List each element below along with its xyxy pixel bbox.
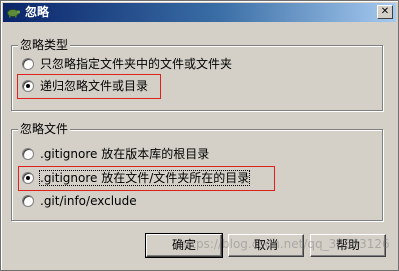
radio-button[interactable] <box>22 58 34 70</box>
radio-label: .gitignore 放在文件/文件夹所在的目录 <box>38 170 251 186</box>
radio-label: 只忽略指定文件夹中的文件或文件夹 <box>40 57 233 71</box>
ignore-type-legend: 忽略类型 <box>18 38 71 52</box>
radio-gitignore-root[interactable]: .gitignore 放在版本库的根目录 <box>22 146 209 162</box>
ok-button[interactable]: 确定 <box>145 233 223 258</box>
radio-ignore-specific-folder[interactable]: 只忽略指定文件夹中的文件或文件夹 <box>22 56 232 72</box>
ignore-file-legend: 忽略文件 <box>18 122 71 136</box>
ignore-file-group: 忽略文件 .gitignore 放在版本库的根目录 .gitignore 放在文… <box>11 122 383 221</box>
radio-button-checked[interactable] <box>22 172 34 184</box>
window-title: 忽略 <box>25 5 50 19</box>
ignore-type-group: 忽略类型 只忽略指定文件夹中的文件或文件夹 递归忽略文件或目录 <box>11 38 383 111</box>
radio-label: 递归忽略文件或目录 <box>40 79 149 93</box>
radio-label: .git/info/exclude <box>40 194 137 208</box>
radio-recursive-ignore[interactable]: 递归忽略文件或目录 <box>22 78 148 94</box>
help-button[interactable]: 帮助 <box>310 234 386 257</box>
close-button[interactable]: ✕ <box>377 5 393 19</box>
radio-label: .gitignore 放在版本库的根目录 <box>40 147 210 161</box>
close-icon: ✕ <box>380 6 390 17</box>
radio-gitignore-in-folder[interactable]: .gitignore 放在文件/文件夹所在的目录 <box>22 170 251 186</box>
tortoise-icon <box>7 9 21 18</box>
radio-git-info-exclude[interactable]: .git/info/exclude <box>22 193 137 209</box>
cancel-button[interactable]: 取消 <box>228 234 304 257</box>
title-bar[interactable]: 忽略 ✕ <box>3 3 396 22</box>
ignore-dialog: 忽略 ✕ 忽略类型 只忽略指定文件夹中的文件或文件夹 递归忽略文件或目录 忽略文… <box>0 0 399 271</box>
radio-button[interactable] <box>22 195 34 207</box>
radio-button[interactable] <box>22 148 34 160</box>
radio-button-checked[interactable] <box>22 80 34 92</box>
